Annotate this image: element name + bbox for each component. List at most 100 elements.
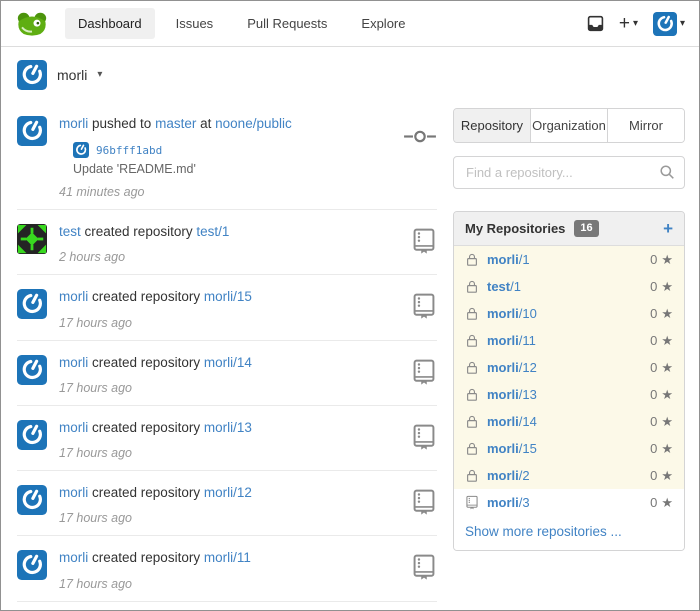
gogs-logo-icon[interactable] [17,11,47,37]
star-icon: ★ [661,494,673,510]
feed-timestamp: 17 hours ago [59,315,132,330]
feed-timestamp: 17 hours ago [59,511,132,526]
user-avatar[interactable] [17,116,47,199]
repo-link[interactable]: morli/15 [204,289,252,304]
feed-timestamp: 2 hours ago [59,250,126,265]
action-text: created repository [92,550,201,566]
action-text: created repository [92,419,201,435]
user-avatar[interactable] [17,354,47,395]
context-username: morli [57,67,88,83]
star-icon: ★ [661,413,673,429]
context-switcher[interactable]: morli ▾ [1,47,699,98]
repo-link[interactable]: test/1 [196,224,229,239]
lock-icon [465,360,479,375]
repo-row[interactable]: morli/2 0 ★ [454,462,684,490]
repo-link[interactable]: morli/11 [204,550,251,565]
panel-header: My Repositories 16 + [454,212,684,247]
nav-item-pull-requests[interactable]: Pull Requests [234,8,340,39]
tab-mirror[interactable]: Mirror [607,109,684,142]
repo-row[interactable]: morli/1 0 ★ [454,246,684,274]
search-input[interactable] [453,156,685,189]
feed-timestamp: 41 minutes ago [59,185,145,200]
repo-row[interactable]: morli/14 0 ★ [454,408,684,436]
user-avatar[interactable] [17,485,47,525]
repo-row[interactable]: morli/10 0 ★ [454,300,684,328]
actor-link[interactable]: morli [59,355,88,370]
repo-row[interactable]: morli/15 0 ★ [454,435,684,463]
actor-link[interactable]: morli [59,485,88,500]
user-avatar[interactable] [17,550,47,590]
feed-title: morli created repository morli/15 [59,288,399,306]
nav-item-dashboard[interactable]: Dashboard [65,8,155,39]
show-more-link[interactable]: Show more repositories ... [465,524,622,539]
star-count: 0 ★ [650,413,673,430]
repo-link[interactable]: noone/public [215,116,292,131]
feed-title: morli created repository morli/12 [59,484,399,502]
commit-hash-link[interactable]: 96bfff1abd [96,144,162,157]
notifications-icon[interactable] [587,15,604,32]
user-avatar[interactable] [17,224,47,264]
dashboard-content: morli pushed to master at noone/public 9… [1,98,699,610]
repo-row[interactable]: morli/3 0 ★ [454,489,684,517]
repo-book-icon [411,488,437,525]
lock-icon [465,252,479,267]
feed-item-create: test created repository test/1 2 hours a… [17,209,437,274]
star-icon: ★ [661,440,673,456]
create-new-menu[interactable]: + ▾ [619,14,638,33]
star-count: 0 ★ [650,359,673,376]
repo-row[interactable]: morli/13 0 ★ [454,381,684,409]
my-repositories-panel: My Repositories 16 + morli/1 0 ★ test/1 0… [453,211,685,552]
user-avatar[interactable] [17,419,47,460]
repo-link[interactable]: morli/14 [204,355,252,370]
star-count: 0 ★ [650,494,673,511]
top-navbar: Dashboard Issues Pull Requests Explore +… [1,1,699,47]
star-icon: ★ [661,251,673,267]
lock-icon [465,279,479,294]
actor-link[interactable]: morli [59,289,88,304]
tab-repository[interactable]: Repository [454,109,530,142]
star-icon: ★ [661,467,673,483]
repo-count-badge: 16 [574,220,599,238]
sidebar: Repository Organization Mirror My Reposi… [453,102,685,552]
feed-item-create: morli created repository morli/14 17 hou… [17,339,437,405]
feed-item-create: morli created repository morli/15 17 hou… [17,274,437,339]
nav-item-explore[interactable]: Explore [348,8,418,39]
actor-link[interactable]: morli [59,550,88,565]
repo-row[interactable]: morli/12 0 ★ [454,354,684,382]
navbar-right: + ▾ ▾ [587,11,685,36]
star-count: 0 ★ [650,251,673,268]
actor-link[interactable]: morli [59,116,88,131]
repo-book-icon [411,553,437,590]
star-count: 0 ★ [650,440,673,457]
user-menu[interactable]: ▾ [652,11,685,36]
tab-organization[interactable]: Organization [530,109,607,142]
lock-icon [465,306,479,321]
context-avatar [17,60,47,90]
action-text: created repository [92,289,201,305]
star-icon: ★ [661,359,673,375]
star-icon: ★ [661,305,673,321]
actor-link[interactable]: morli [59,420,88,435]
action-text: created repository [92,485,201,501]
repo-row[interactable]: test/1 0 ★ [454,273,684,301]
repo-row[interactable]: morli/11 0 ★ [454,327,684,355]
nav-item-issues[interactable]: Issues [163,8,227,39]
repo-book-icon [411,358,437,395]
new-repo-button[interactable]: + [663,220,673,237]
show-more-row: Show more repositories ... [454,516,684,551]
star-count: 0 ★ [650,278,673,295]
star-count: 0 ★ [650,467,673,484]
actor-link[interactable]: test [59,224,81,239]
repo-search [453,156,685,189]
lock-icon [465,441,479,456]
repo-book-icon [411,292,437,329]
connector-text: at [200,116,212,131]
feed-item-create: morli created repository morli/10 17 hou… [17,600,437,610]
repo-book-icon [411,423,437,460]
user-avatar[interactable] [17,289,47,329]
user-avatar [652,11,677,36]
commit-message: Update 'README.md' [73,162,196,177]
branch-link[interactable]: master [155,116,196,131]
repo-link[interactable]: morli/13 [204,420,252,435]
repo-link[interactable]: morli/12 [204,485,252,500]
